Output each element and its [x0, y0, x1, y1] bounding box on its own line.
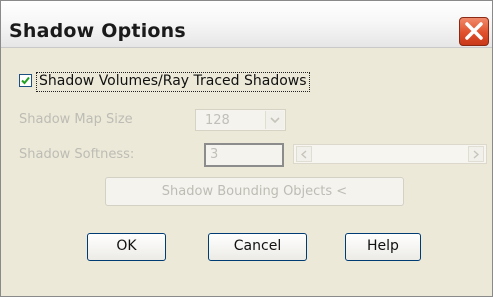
- dropdown-arrow-button[interactable]: [265, 111, 284, 129]
- shadow-softness-value: 3: [210, 147, 219, 162]
- ok-button[interactable]: OK: [87, 233, 166, 261]
- cancel-button[interactable]: Cancel: [208, 233, 307, 261]
- checkmark-icon: [21, 76, 30, 85]
- shadow-softness-input[interactable]: 3: [204, 143, 284, 167]
- shadow-softness-slider[interactable]: [293, 144, 487, 164]
- shadow-volumes-label[interactable]: Shadow Volumes/Ray Traced Shadows: [36, 72, 310, 92]
- shadow-bounding-objects-button[interactable]: Shadow Bounding Objects <: [105, 177, 404, 206]
- shadow-map-size-value: 128: [205, 113, 230, 128]
- chevron-right-icon: [473, 150, 479, 159]
- shadow-options-dialog: Shadow Options Shadow Volumes/Ray Traced…: [0, 0, 493, 297]
- shadow-map-size-dropdown[interactable]: 128: [195, 109, 286, 131]
- title-bar[interactable]: Shadow Options: [1, 1, 492, 48]
- dialog-body: Shadow Volumes/Ray Traced Shadows Shadow…: [1, 48, 492, 296]
- shadow-map-size-label: Shadow Map Size: [19, 112, 133, 127]
- shadow-softness-label: Shadow Softness:: [19, 147, 135, 162]
- close-icon: [465, 22, 483, 40]
- slider-right-button[interactable]: [468, 146, 484, 162]
- chevron-left-icon: [301, 150, 307, 159]
- shadow-volumes-checkbox[interactable]: [19, 74, 32, 87]
- help-button[interactable]: Help: [345, 233, 421, 261]
- slider-left-button[interactable]: [296, 146, 312, 162]
- dialog-title: Shadow Options: [9, 20, 186, 42]
- chevron-down-icon: [270, 117, 280, 123]
- close-button[interactable]: [459, 17, 489, 46]
